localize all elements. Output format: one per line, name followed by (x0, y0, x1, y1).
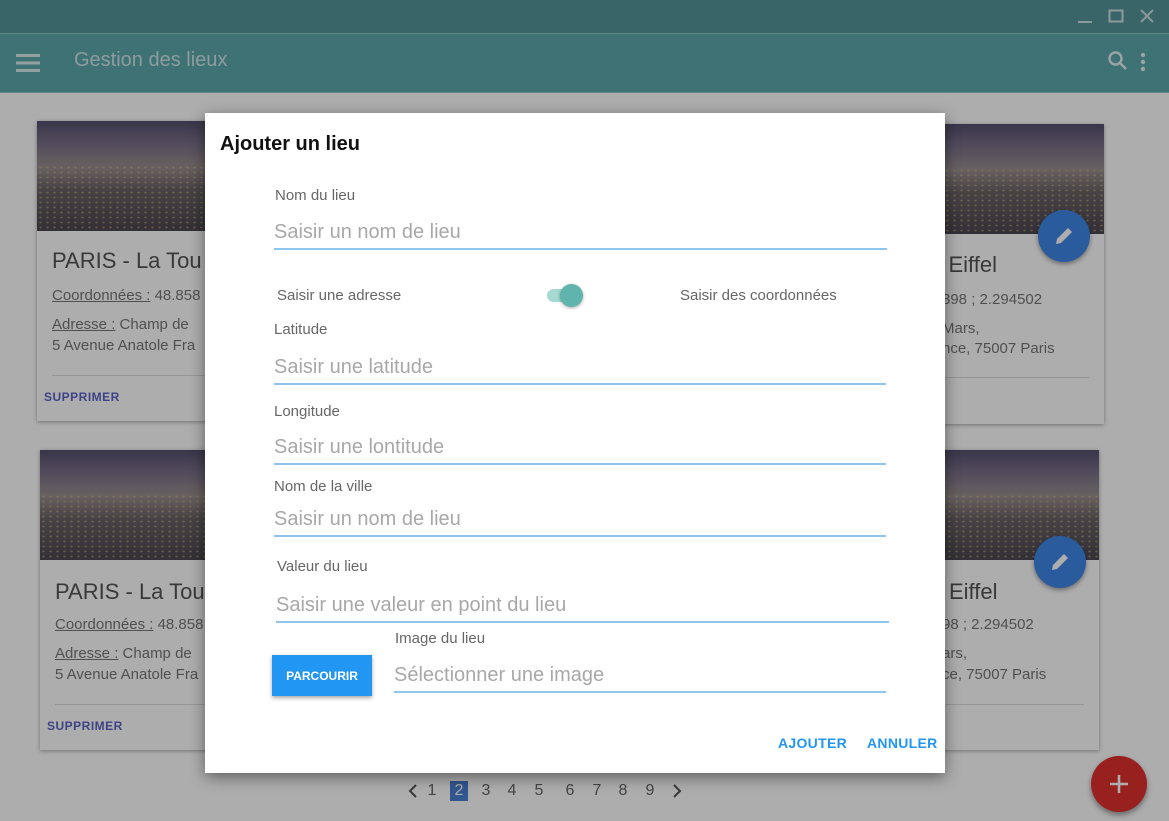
longitude-label: Longitude (274, 403, 340, 420)
name-label: Nom du lieu (275, 187, 356, 204)
city-name-input[interactable] (274, 503, 886, 537)
latitude-input[interactable] (274, 351, 886, 385)
place-name-input[interactable] (274, 216, 887, 250)
latitude-label: Latitude (274, 321, 328, 338)
browse-button[interactable]: PARCOURIR (272, 655, 372, 696)
image-input[interactable] (394, 659, 886, 693)
input-mode-toggle[interactable] (560, 284, 583, 307)
value-label: Valeur du lieu (277, 558, 368, 575)
add-place-dialog: Ajouter un lieu Nom du lieu Saisir une a… (205, 113, 945, 773)
city-label: Nom de la ville (274, 478, 373, 495)
cancel-button[interactable]: ANNULER (867, 735, 938, 751)
dialog-title: Ajouter un lieu (220, 133, 360, 155)
longitude-input[interactable] (274, 431, 886, 465)
add-button[interactable]: AJOUTER (778, 735, 847, 751)
place-value-input[interactable] (276, 589, 889, 623)
toggle-address-label: Saisir une adresse (277, 287, 402, 304)
toggle-coordinates-label: Saisir des coordonnées (680, 287, 837, 304)
image-label: Image du lieu (395, 630, 486, 647)
